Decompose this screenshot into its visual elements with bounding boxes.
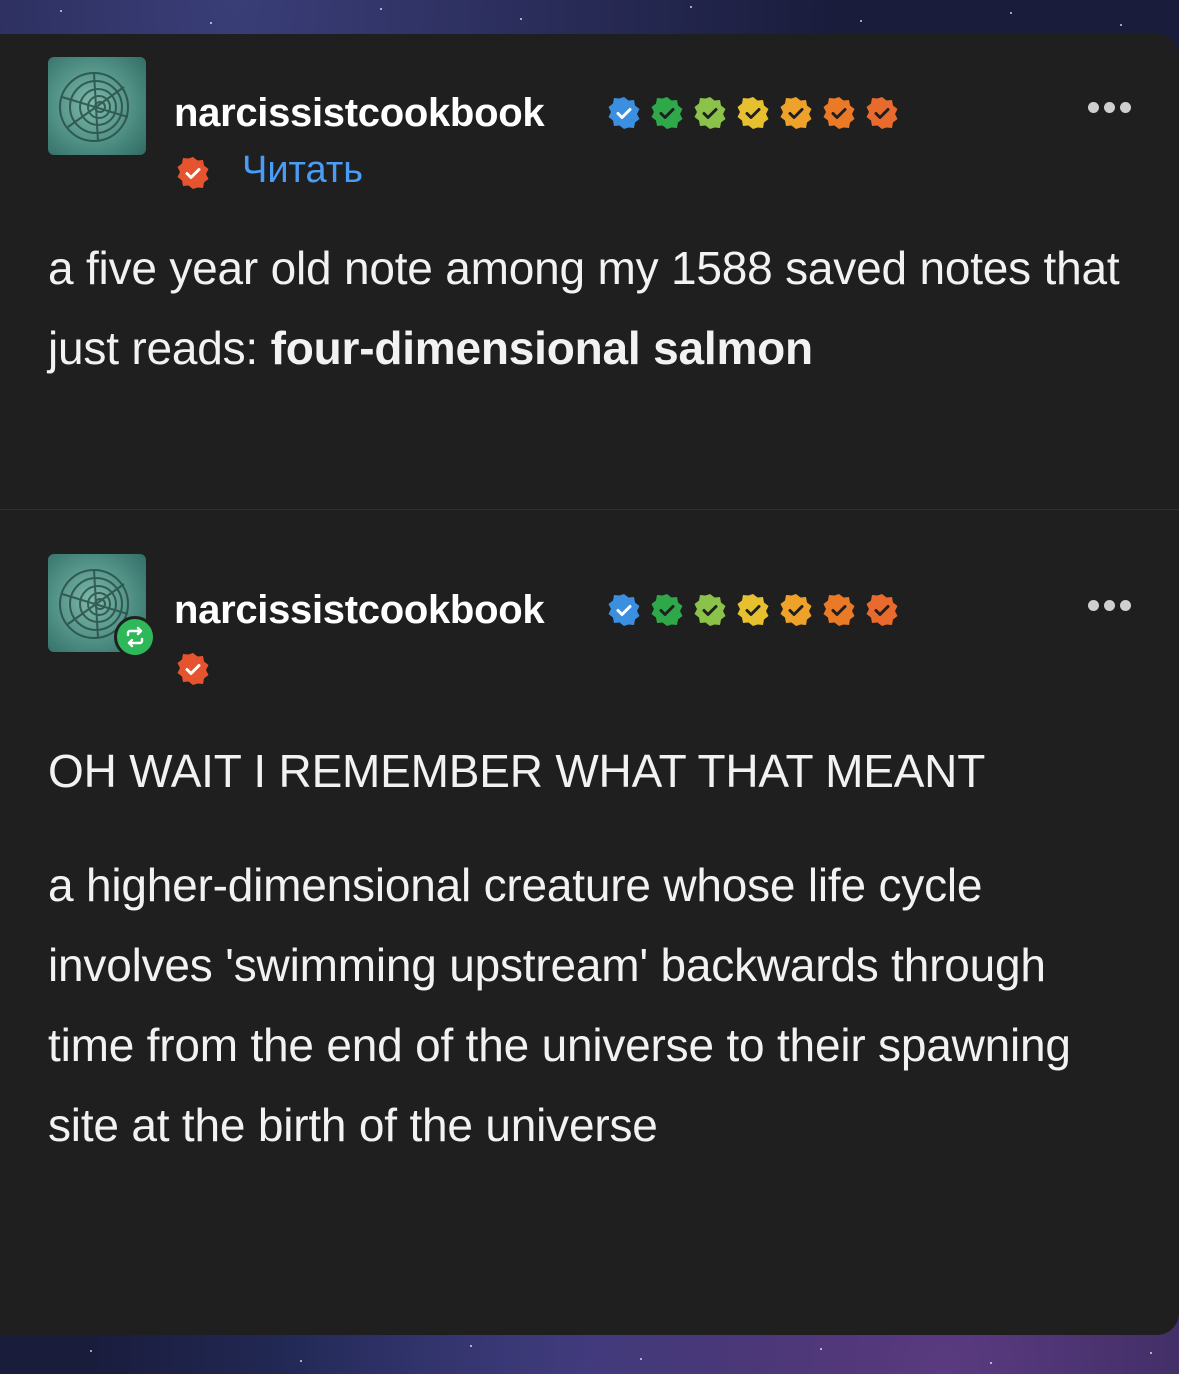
verified-badge-yellow-icon[interactable] (736, 96, 770, 130)
verified-badge-lime-icon[interactable] (693, 96, 727, 130)
username[interactable]: narcissistcookbook (174, 587, 545, 633)
post-text-paragraph-1: OH WAIT I REMEMBER WHAT THAT MEANT (48, 745, 986, 797)
verified-badge-red-icon[interactable] (176, 156, 210, 190)
verified-badge-orange-icon[interactable] (822, 96, 856, 130)
post-reblog: narcissistcookbook OH WAIT I REMEMBER WH… (0, 510, 1179, 1335)
verified-badge-green-icon[interactable] (650, 593, 684, 627)
badge-row (607, 593, 899, 627)
post-body: OH WAIT I REMEMBER WHAT THAT MEANT a hig… (48, 731, 1138, 1165)
verified-badge-yellow-icon[interactable] (736, 593, 770, 627)
badge-row (607, 96, 899, 130)
ammonite-shell-icon (59, 72, 129, 142)
verified-badge-amber-icon[interactable] (779, 593, 813, 627)
post-original: narcissistcookbook Читать a five year ol… (0, 34, 1179, 509)
post-text-paragraph-2: a higher-dimensional creature whose life… (48, 859, 1071, 1151)
verified-badge-blue-icon[interactable] (607, 593, 641, 627)
post-text-bold: four-dimensional salmon (270, 322, 814, 374)
verified-badge-blue-icon[interactable] (607, 96, 641, 130)
post-card: narcissistcookbook Читать a five year ol… (0, 34, 1179, 1335)
verified-badge-red-orange-icon[interactable] (865, 593, 899, 627)
verified-badge-red-orange-icon[interactable] (865, 96, 899, 130)
verified-badge-green-icon[interactable] (650, 96, 684, 130)
verified-badge-red-icon[interactable] (176, 652, 210, 686)
more-dots-icon[interactable] (1088, 600, 1131, 611)
verified-badge-orange-icon[interactable] (822, 593, 856, 627)
avatar[interactable] (48, 57, 146, 155)
post-body: a five year old note among my 1588 saved… (48, 228, 1138, 388)
verified-badge-amber-icon[interactable] (779, 96, 813, 130)
more-dots-icon[interactable] (1088, 102, 1131, 113)
follow-button[interactable]: Читать (242, 148, 363, 192)
username[interactable]: narcissistcookbook (174, 90, 545, 136)
verified-badge-lime-icon[interactable] (693, 593, 727, 627)
reblog-icon (114, 616, 156, 658)
